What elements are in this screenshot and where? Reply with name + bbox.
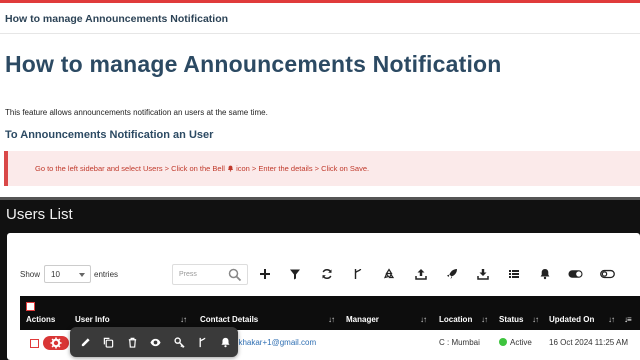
- entries-select[interactable]: 10: [44, 265, 91, 283]
- upload-icon[interactable]: [413, 266, 429, 282]
- search-input[interactable]: Press: [172, 264, 248, 285]
- refresh-icon[interactable]: [319, 266, 335, 282]
- col-actions: Actions: [26, 315, 56, 324]
- top-accent-bar: [0, 0, 640, 3]
- show-label: Show: [20, 270, 41, 279]
- bell-icon[interactable]: [219, 336, 231, 348]
- row-settings-button[interactable]: [43, 336, 69, 350]
- view-icon[interactable]: [149, 336, 161, 348]
- section-heading: To Announcements Notification an User: [5, 129, 214, 141]
- fork-icon[interactable]: [196, 336, 208, 348]
- chevron-down-icon: [79, 273, 85, 277]
- delete-icon[interactable]: [126, 336, 138, 348]
- instruction-callout: Go to the left sidebar and select Users …: [4, 151, 640, 186]
- key-icon[interactable]: [173, 336, 185, 348]
- select-all-checkbox[interactable]: [26, 302, 35, 311]
- intro-text: This feature allows announcements notifi…: [5, 108, 268, 117]
- bell-icon[interactable]: [537, 266, 553, 282]
- list-icon[interactable]: [506, 266, 522, 282]
- sort-desc-icon[interactable]: ↓≡: [624, 315, 632, 324]
- col-status[interactable]: Status: [499, 315, 523, 324]
- recycle-icon[interactable]: [381, 266, 397, 282]
- sort-icon[interactable]: ↓↑: [180, 315, 187, 324]
- callout-text-before: Go to the left sidebar and select Users …: [35, 164, 225, 173]
- row-checkbox[interactable]: [30, 339, 39, 348]
- bell-icon: [227, 165, 234, 172]
- entries-value: 10: [51, 270, 60, 279]
- toggle-off-icon[interactable]: [599, 266, 615, 282]
- user-status: Active: [510, 338, 532, 347]
- panel-title: Users List: [6, 206, 73, 223]
- fork-icon[interactable]: [350, 266, 366, 282]
- user-location: C : Mumbai: [439, 338, 480, 347]
- gear-icon: [50, 337, 62, 349]
- col-user-info[interactable]: User Info: [75, 315, 110, 324]
- filter-icon[interactable]: [287, 266, 303, 282]
- page-title: How to manage Announcements Notification: [5, 51, 502, 77]
- callout-text: Go to the left sidebar and select Users …: [35, 164, 369, 173]
- status-active-dot: [499, 338, 507, 346]
- col-updated[interactable]: Updated On: [549, 315, 594, 324]
- updated-on: 16 Oct 2024 11:25 AM: [549, 338, 629, 347]
- search-icon[interactable]: [228, 268, 242, 282]
- col-manager[interactable]: Manager: [346, 315, 379, 324]
- user-email-link[interactable]: ukhakar+1@gmail.com: [234, 338, 316, 347]
- sort-icon[interactable]: ↓↑: [481, 315, 488, 324]
- sort-icon[interactable]: ↓↑: [532, 315, 539, 324]
- rocket-icon[interactable]: [444, 266, 460, 282]
- search-placeholder: Press: [179, 271, 197, 278]
- callout-text-after: icon > Enter the details > Click on Save…: [236, 164, 370, 173]
- col-contact[interactable]: Contact Details: [200, 315, 258, 324]
- row-actions-popover: [70, 327, 238, 357]
- panel-top-stripe: [0, 197, 640, 200]
- table-header: Actions User Info ↓↑ Contact Details ↓↑ …: [20, 296, 640, 330]
- toggle-on-icon[interactable]: [567, 266, 583, 282]
- download-icon[interactable]: [475, 266, 491, 282]
- col-location[interactable]: Location: [439, 315, 472, 324]
- breadcrumb-title: How to manage Announcements Notification: [5, 13, 229, 25]
- entries-label: entries: [94, 270, 119, 279]
- edit-icon[interactable]: [79, 336, 91, 348]
- copy-icon[interactable]: [102, 336, 114, 348]
- sort-icon[interactable]: ↓↑: [608, 315, 615, 324]
- header-divider: [0, 33, 640, 34]
- add-icon[interactable]: [257, 266, 273, 282]
- sort-icon[interactable]: ↓↑: [420, 315, 427, 324]
- sort-icon[interactable]: ↓↑: [328, 315, 335, 324]
